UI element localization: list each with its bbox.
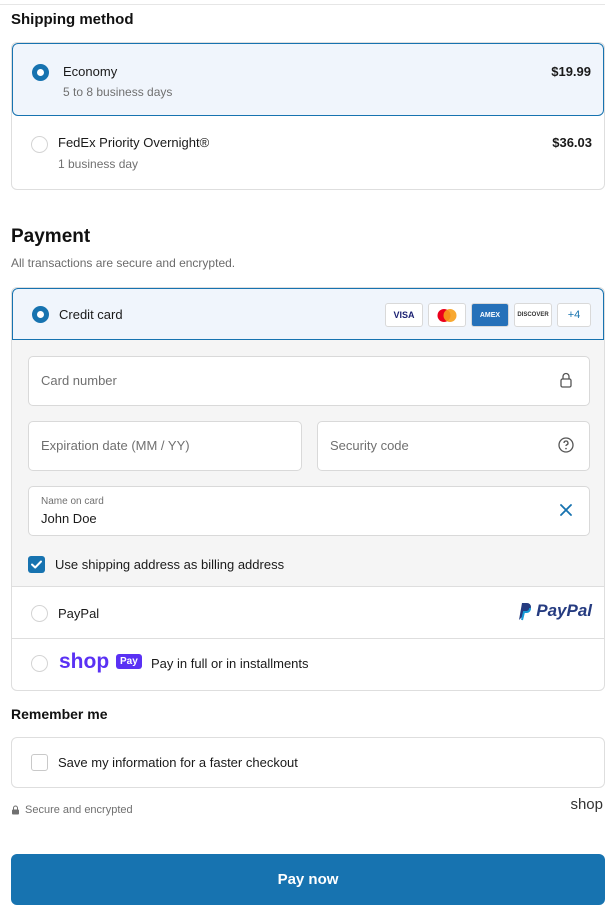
credit-card-label: Credit card: [59, 307, 123, 322]
radio-selected[interactable]: [32, 306, 49, 323]
paypal-label: PayPal: [58, 606, 100, 621]
paypal-logo: PayPal: [516, 601, 592, 621]
secure-label: Secure and encrypted: [25, 804, 133, 816]
lock-icon: [560, 372, 572, 388]
shipping-option-name: Economy: [63, 64, 118, 79]
pay-now-button[interactable]: Pay now: [11, 854, 605, 905]
radio-unselected[interactable]: [31, 136, 48, 153]
shipping-option-price: $36.03: [552, 135, 592, 150]
payment-option-shop-pay[interactable]: shop Pay Pay in full or in installments: [12, 639, 604, 690]
radio-unselected[interactable]: [31, 605, 48, 622]
shop-pay-label: Pay in full or in installments: [151, 656, 309, 671]
pay-now-label: Pay now: [277, 871, 339, 888]
payment-subtitle: All transactions are secure and encrypte…: [11, 256, 236, 270]
amex-icon: AMEX: [471, 303, 509, 327]
checkmark-icon: [31, 560, 42, 569]
card-number-placeholder: Card number: [41, 373, 117, 388]
expiration-date-field[interactable]: Expiration date (MM / YY): [28, 421, 302, 471]
card-brand-badges: VISA AMEX DISCOVER +4: [385, 303, 591, 327]
mastercard-icon: [428, 303, 466, 327]
billing-address-checkbox[interactable]: [28, 556, 45, 573]
paypal-icon: [519, 603, 532, 621]
payment-title: Payment: [11, 226, 91, 247]
shipping-option-name: FedEx Priority Overnight®: [58, 135, 210, 150]
shipping-options: Economy 5 to 8 business days $19.99 FedE…: [11, 42, 605, 190]
radio-unselected[interactable]: [31, 655, 48, 672]
payment-option-paypal[interactable]: PayPal PayPal: [12, 587, 604, 639]
name-on-card-field[interactable]: Name on card John Doe: [28, 486, 590, 536]
visa-icon: VISA: [385, 303, 423, 327]
security-code-field[interactable]: Security code: [317, 421, 590, 471]
shipping-option-time: 1 business day: [58, 157, 139, 171]
help-icon[interactable]: [557, 436, 575, 454]
name-on-card-label: Name on card: [41, 496, 104, 507]
shipping-option-fedex[interactable]: FedEx Priority Overnight® 1 business day…: [12, 118, 604, 189]
shipping-option-time: 5 to 8 business days: [63, 85, 173, 99]
save-info-checkbox[interactable]: [31, 754, 48, 771]
payment-option-credit-card[interactable]: Credit card VISA AMEX DISCOVER +4: [12, 288, 604, 340]
paypal-wordmark: PayPal: [536, 601, 592, 620]
card-number-field[interactable]: Card number: [28, 356, 590, 406]
expiration-date-placeholder: Expiration date (MM / YY): [41, 438, 190, 453]
shipping-option-price: $19.99: [551, 64, 591, 79]
save-info-label: Save my information for a faster checkou…: [58, 755, 298, 770]
credit-card-form: Card number Expiration date (MM / YY) Se…: [12, 340, 604, 587]
payment-options: Credit card VISA AMEX DISCOVER +4 Card n…: [11, 287, 605, 691]
shop-footer-logo: shop: [570, 796, 603, 813]
shipping-option-economy[interactable]: Economy 5 to 8 business days $19.99: [12, 43, 604, 116]
lock-icon: [12, 805, 19, 815]
remember-me-box: Save my information for a faster checkou…: [11, 737, 605, 788]
billing-address-label: Use shipping address as billing address: [55, 557, 285, 572]
radio-selected[interactable]: [32, 64, 49, 81]
shop-logo: shop: [59, 650, 110, 673]
remember-me-title: Remember me: [11, 706, 108, 722]
clear-icon[interactable]: [557, 501, 575, 519]
more-cards-badge[interactable]: +4: [557, 303, 591, 327]
secure-note: Secure and encrypted: [11, 804, 133, 816]
shipping-method-title: Shipping method: [11, 11, 134, 28]
security-code-placeholder: Security code: [330, 438, 409, 453]
discover-icon: DISCOVER: [514, 303, 552, 327]
top-divider: [0, 4, 605, 5]
name-on-card-value: John Doe: [41, 511, 97, 526]
shop-pay-badge: Pay: [116, 654, 142, 669]
